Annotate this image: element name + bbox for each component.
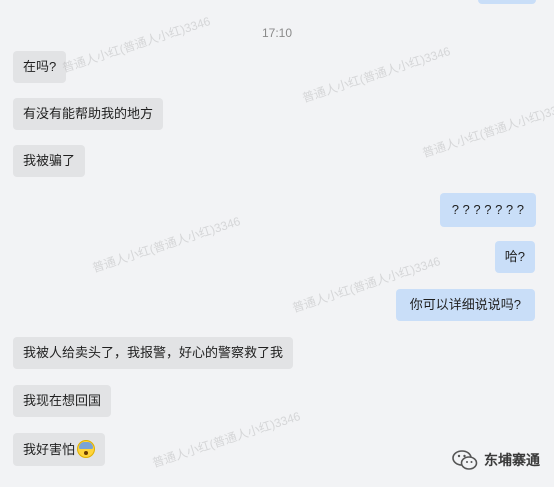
message-text: 我好害怕 [23,442,76,457]
watermark: 普通人小红(普通人小红)3346 [300,44,453,106]
message-bubble: 哈? [494,241,535,273]
watermark: 普通人小红(普通人小红)3346 [420,99,554,161]
message-bubble: 我被骗了 [13,145,86,177]
message-bubble-partial [478,0,536,4]
watermark: 普通人小红(普通人小红)3346 [60,14,213,76]
brand-badge: 东埔寨通 [452,449,540,471]
message-bubble: 我好害怕 [13,433,106,466]
message-bubble: 你可以详细说说吗? [395,289,535,321]
message-bubble: 我被人给卖头了，我报警，好心的警察救了我 [13,337,294,369]
watermark: 普通人小红(普通人小红)3346 [90,214,243,276]
wechat-icon [452,450,478,470]
watermark: 普通人小红(普通人小红)3346 [150,409,303,471]
fearful-face-icon [77,440,96,458]
message-bubble: 在吗? [13,51,67,83]
brand-label: 东埔寨通 [484,452,540,468]
message-bubble: 有没有能帮助我的地方 [13,98,164,130]
timestamp: 17:10 [261,26,293,40]
chat-area: 17:10 在吗? 有没有能帮助我的地方 我被骗了 ? ? ? ? ? ? ? … [0,0,554,487]
message-bubble: ? ? ? ? ? ? ? [439,193,536,227]
message-bubble: 我现在想回国 [13,385,112,417]
